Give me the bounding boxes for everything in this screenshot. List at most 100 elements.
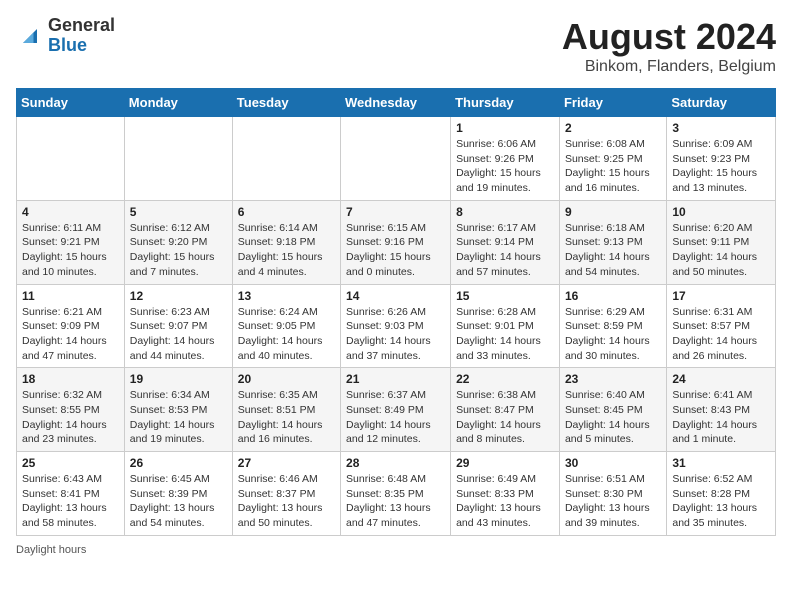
calendar-cell: 31Sunrise: 6:52 AM Sunset: 8:28 PM Dayli… (667, 452, 776, 536)
calendar-cell: 26 Sunrise: 6:45 AM Sunset: 8:39 PM Dayli… (124, 452, 232, 536)
day-number: 3 (672, 121, 770, 135)
day-number: 10 (672, 205, 770, 219)
day-number: 28 (346, 456, 445, 470)
calendar-cell: 25 Sunrise: 6:43 AM Sunset: 8:41 PM Dayli… (17, 452, 125, 536)
calendar-table: SundayMondayTuesdayWednesdayThursdayFrid… (16, 88, 776, 536)
page-title: August 2024 (562, 16, 776, 58)
calendar-cell: 23 Sunrise: 6:40 AM Sunset: 8:45 PM Dayli… (559, 368, 666, 452)
week-row-4: 18 Sunrise: 6:32 AM Sunset: 8:55 PM Dayli… (17, 368, 776, 452)
day-info: Sunrise: 6:31 AM Sunset: 8:57 PM Dayligh… (672, 305, 770, 364)
day-number: 29 (456, 456, 554, 470)
day-info: Sunrise: 6:29 AM Sunset: 8:59 PM Dayligh… (565, 305, 661, 364)
day-info: Sunrise: 6:48 AM Sunset: 8:35 PM Dayligh… (346, 472, 445, 531)
day-number: 12 (130, 289, 227, 303)
weekday-monday: Monday (124, 89, 232, 117)
day-number: 15 (456, 289, 554, 303)
calendar-cell: 11 Sunrise: 6:21 AM Sunset: 9:09 PM Dayli… (17, 284, 125, 368)
day-number: 7 (346, 205, 445, 219)
day-number: 4 (22, 205, 119, 219)
footer-note: Daylight hours (16, 544, 776, 556)
day-number: 18 (22, 372, 119, 386)
calendar-cell: 27 Sunrise: 6:46 AM Sunset: 8:37 PM Dayli… (232, 452, 340, 536)
day-number: 30 (565, 456, 661, 470)
day-number: 26 (130, 456, 227, 470)
calendar-cell: 2 Sunrise: 6:08 AM Sunset: 9:25 PM Daylig… (559, 117, 666, 201)
logo-text: General Blue (48, 16, 115, 56)
day-info: Sunrise: 6:40 AM Sunset: 8:45 PM Dayligh… (565, 388, 661, 447)
day-info: Sunrise: 6:45 AM Sunset: 8:39 PM Dayligh… (130, 472, 227, 531)
day-number: 5 (130, 205, 227, 219)
calendar-cell: 9Sunrise: 6:18 AM Sunset: 9:13 PM Daylig… (559, 200, 666, 284)
day-number: 25 (22, 456, 119, 470)
calendar-body: 1Sunrise: 6:06 AM Sunset: 9:26 PM Daylig… (17, 117, 776, 536)
logo-general: General (48, 15, 115, 35)
week-row-5: 25 Sunrise: 6:43 AM Sunset: 8:41 PM Dayli… (17, 452, 776, 536)
calendar-cell: 4 Sunrise: 6:11 AM Sunset: 9:21 PM Daylig… (17, 200, 125, 284)
weekday-saturday: Saturday (667, 89, 776, 117)
calendar-cell: 10 Sunrise: 6:20 AM Sunset: 9:11 PM Dayli… (667, 200, 776, 284)
calendar-cell (341, 117, 451, 201)
day-info: Sunrise: 6:46 AM Sunset: 8:37 PM Dayligh… (238, 472, 335, 531)
week-row-1: 1Sunrise: 6:06 AM Sunset: 9:26 PM Daylig… (17, 117, 776, 201)
weekday-friday: Friday (559, 89, 666, 117)
calendar-cell (17, 117, 125, 201)
weekday-wednesday: Wednesday (341, 89, 451, 117)
day-number: 19 (130, 372, 227, 386)
day-info: Sunrise: 6:49 AM Sunset: 8:33 PM Dayligh… (456, 472, 554, 531)
day-info: Sunrise: 6:14 AM Sunset: 9:18 PM Dayligh… (238, 221, 335, 280)
day-info: Sunrise: 6:38 AM Sunset: 8:47 PM Dayligh… (456, 388, 554, 447)
calendar-cell: 8Sunrise: 6:17 AM Sunset: 9:14 PM Daylig… (451, 200, 560, 284)
page-header: General Blue August 2024 Binkom, Flander… (16, 16, 776, 76)
day-number: 21 (346, 372, 445, 386)
calendar-cell: 3Sunrise: 6:09 AM Sunset: 9:23 PM Daylig… (667, 117, 776, 201)
calendar-cell: 29 Sunrise: 6:49 AM Sunset: 8:33 PM Dayli… (451, 452, 560, 536)
calendar-cell (124, 117, 232, 201)
daylight-label: Daylight hours (16, 544, 86, 556)
day-number: 2 (565, 121, 661, 135)
day-number: 22 (456, 372, 554, 386)
day-info: Sunrise: 6:18 AM Sunset: 9:13 PM Dayligh… (565, 221, 661, 280)
weekday-thursday: Thursday (451, 89, 560, 117)
day-number: 11 (22, 289, 119, 303)
week-row-3: 11 Sunrise: 6:21 AM Sunset: 9:09 PM Dayli… (17, 284, 776, 368)
day-number: 27 (238, 456, 335, 470)
calendar-cell: 19 Sunrise: 6:34 AM Sunset: 8:53 PM Dayli… (124, 368, 232, 452)
day-info: Sunrise: 6:43 AM Sunset: 8:41 PM Dayligh… (22, 472, 119, 531)
day-info: Sunrise: 6:51 AM Sunset: 8:30 PM Dayligh… (565, 472, 661, 531)
day-info: Sunrise: 6:17 AM Sunset: 9:14 PM Dayligh… (456, 221, 554, 280)
calendar-cell: 13 Sunrise: 6:24 AM Sunset: 9:05 PM Dayli… (232, 284, 340, 368)
day-number: 6 (238, 205, 335, 219)
calendar-cell (232, 117, 340, 201)
day-info: Sunrise: 6:20 AM Sunset: 9:11 PM Dayligh… (672, 221, 770, 280)
day-info: Sunrise: 6:41 AM Sunset: 8:43 PM Dayligh… (672, 388, 770, 447)
day-info: Sunrise: 6:28 AM Sunset: 9:01 PM Dayligh… (456, 305, 554, 364)
weekday-tuesday: Tuesday (232, 89, 340, 117)
day-info: Sunrise: 6:24 AM Sunset: 9:05 PM Dayligh… (238, 305, 335, 364)
logo-icon (16, 22, 44, 50)
day-info: Sunrise: 6:12 AM Sunset: 9:20 PM Dayligh… (130, 221, 227, 280)
title-block: August 2024 Binkom, Flanders, Belgium (562, 16, 776, 76)
calendar-cell: 1Sunrise: 6:06 AM Sunset: 9:26 PM Daylig… (451, 117, 560, 201)
logo-blue: Blue (48, 35, 87, 55)
day-info: Sunrise: 6:34 AM Sunset: 8:53 PM Dayligh… (130, 388, 227, 447)
day-info: Sunrise: 6:32 AM Sunset: 8:55 PM Dayligh… (22, 388, 119, 447)
day-info: Sunrise: 6:21 AM Sunset: 9:09 PM Dayligh… (22, 305, 119, 364)
day-info: Sunrise: 6:35 AM Sunset: 8:51 PM Dayligh… (238, 388, 335, 447)
calendar-cell: 24Sunrise: 6:41 AM Sunset: 8:43 PM Dayli… (667, 368, 776, 452)
calendar-cell: 18 Sunrise: 6:32 AM Sunset: 8:55 PM Dayli… (17, 368, 125, 452)
calendar-cell: 30 Sunrise: 6:51 AM Sunset: 8:30 PM Dayli… (559, 452, 666, 536)
calendar-cell: 5 Sunrise: 6:12 AM Sunset: 9:20 PM Daylig… (124, 200, 232, 284)
day-number: 20 (238, 372, 335, 386)
day-number: 23 (565, 372, 661, 386)
day-info: Sunrise: 6:08 AM Sunset: 9:25 PM Dayligh… (565, 137, 661, 196)
day-number: 14 (346, 289, 445, 303)
day-info: Sunrise: 6:11 AM Sunset: 9:21 PM Dayligh… (22, 221, 119, 280)
day-number: 13 (238, 289, 335, 303)
calendar-cell: 17Sunrise: 6:31 AM Sunset: 8:57 PM Dayli… (667, 284, 776, 368)
week-row-2: 4 Sunrise: 6:11 AM Sunset: 9:21 PM Daylig… (17, 200, 776, 284)
page-subtitle: Binkom, Flanders, Belgium (562, 58, 776, 76)
day-info: Sunrise: 6:37 AM Sunset: 8:49 PM Dayligh… (346, 388, 445, 447)
calendar-cell: 16Sunrise: 6:29 AM Sunset: 8:59 PM Dayli… (559, 284, 666, 368)
day-info: Sunrise: 6:23 AM Sunset: 9:07 PM Dayligh… (130, 305, 227, 364)
calendar-cell: 20 Sunrise: 6:35 AM Sunset: 8:51 PM Dayli… (232, 368, 340, 452)
